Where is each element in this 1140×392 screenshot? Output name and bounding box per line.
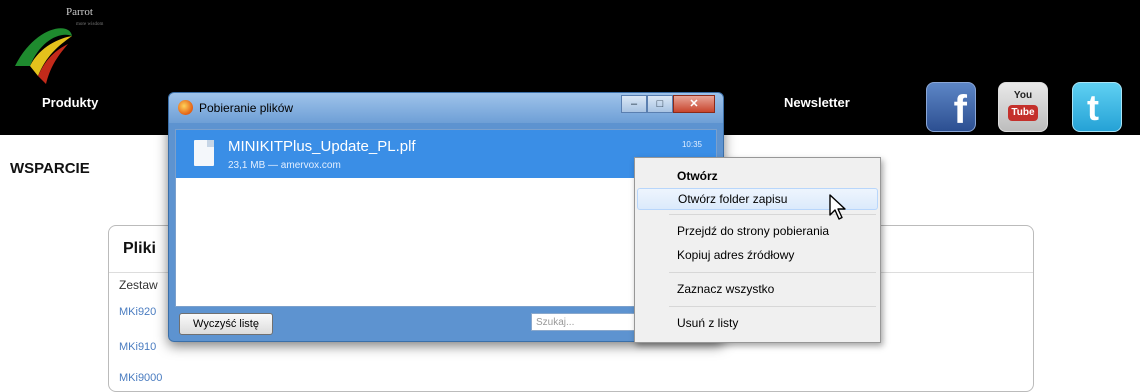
window-controls: – □ ✕ <box>621 95 715 113</box>
logo-tagline: more wisdom <box>76 22 104 27</box>
menu-separator <box>669 306 876 307</box>
file-link[interactable]: MKi9000 <box>119 372 162 384</box>
twitter-icon[interactable]: t <box>1072 82 1122 132</box>
twitter-letter: t <box>1087 87 1099 128</box>
nav-products[interactable]: Produkty <box>42 95 98 110</box>
logo-text: Parrot <box>66 6 93 18</box>
download-info: 23,1 MB — amervox.com <box>228 160 341 171</box>
menu-item-select-all[interactable]: Zaznacz wszystko <box>637 278 878 300</box>
menu-item-copy-source[interactable]: Kopiuj adres źródłowy <box>637 244 878 266</box>
files-title: Pliki <box>123 240 156 257</box>
download-time: 10:35 <box>681 140 702 149</box>
minimize-icon[interactable]: – <box>621 95 647 113</box>
menu-item-remove[interactable]: Usuń z listy <box>637 312 878 334</box>
parrot-logo-icon[interactable] <box>10 6 160 86</box>
clear-list-button[interactable]: Wyczyść listę <box>179 313 273 335</box>
window-titlebar[interactable]: Pobieranie plików – □ ✕ <box>169 93 723 123</box>
menu-item-open[interactable]: Otwórz <box>637 165 878 187</box>
files-subtitle: Zestaw <box>119 278 158 292</box>
search-input[interactable]: Szukaj... <box>531 313 641 331</box>
file-icon <box>194 140 214 166</box>
close-icon[interactable]: ✕ <box>673 95 715 113</box>
menu-item-go-to-page[interactable]: Przejdź do strony pobierania <box>637 220 878 242</box>
firefox-icon <box>178 100 193 115</box>
facebook-letter: f <box>953 88 967 132</box>
youtube-tube: Tube <box>1008 105 1038 121</box>
maximize-icon[interactable]: □ <box>647 95 673 113</box>
context-menu: Otwórz Otwórz folder zapisu Przejdź do s… <box>634 157 881 343</box>
youtube-icon[interactable]: You Tube <box>998 82 1048 132</box>
facebook-icon[interactable]: f <box>926 82 976 132</box>
file-link[interactable]: MKi910 <box>119 341 156 353</box>
nav-newsletter[interactable]: Newsletter <box>784 95 850 110</box>
menu-separator <box>669 272 876 273</box>
youtube-you: You <box>1013 90 1033 101</box>
file-link[interactable]: MKi920 <box>119 306 156 318</box>
section-title: WSPARCIE <box>10 160 90 177</box>
download-filename: MINIKITPlus_Update_PL.plf <box>228 138 416 155</box>
window-title: Pobieranie plików <box>199 101 294 115</box>
mouse-cursor-icon <box>829 194 846 220</box>
